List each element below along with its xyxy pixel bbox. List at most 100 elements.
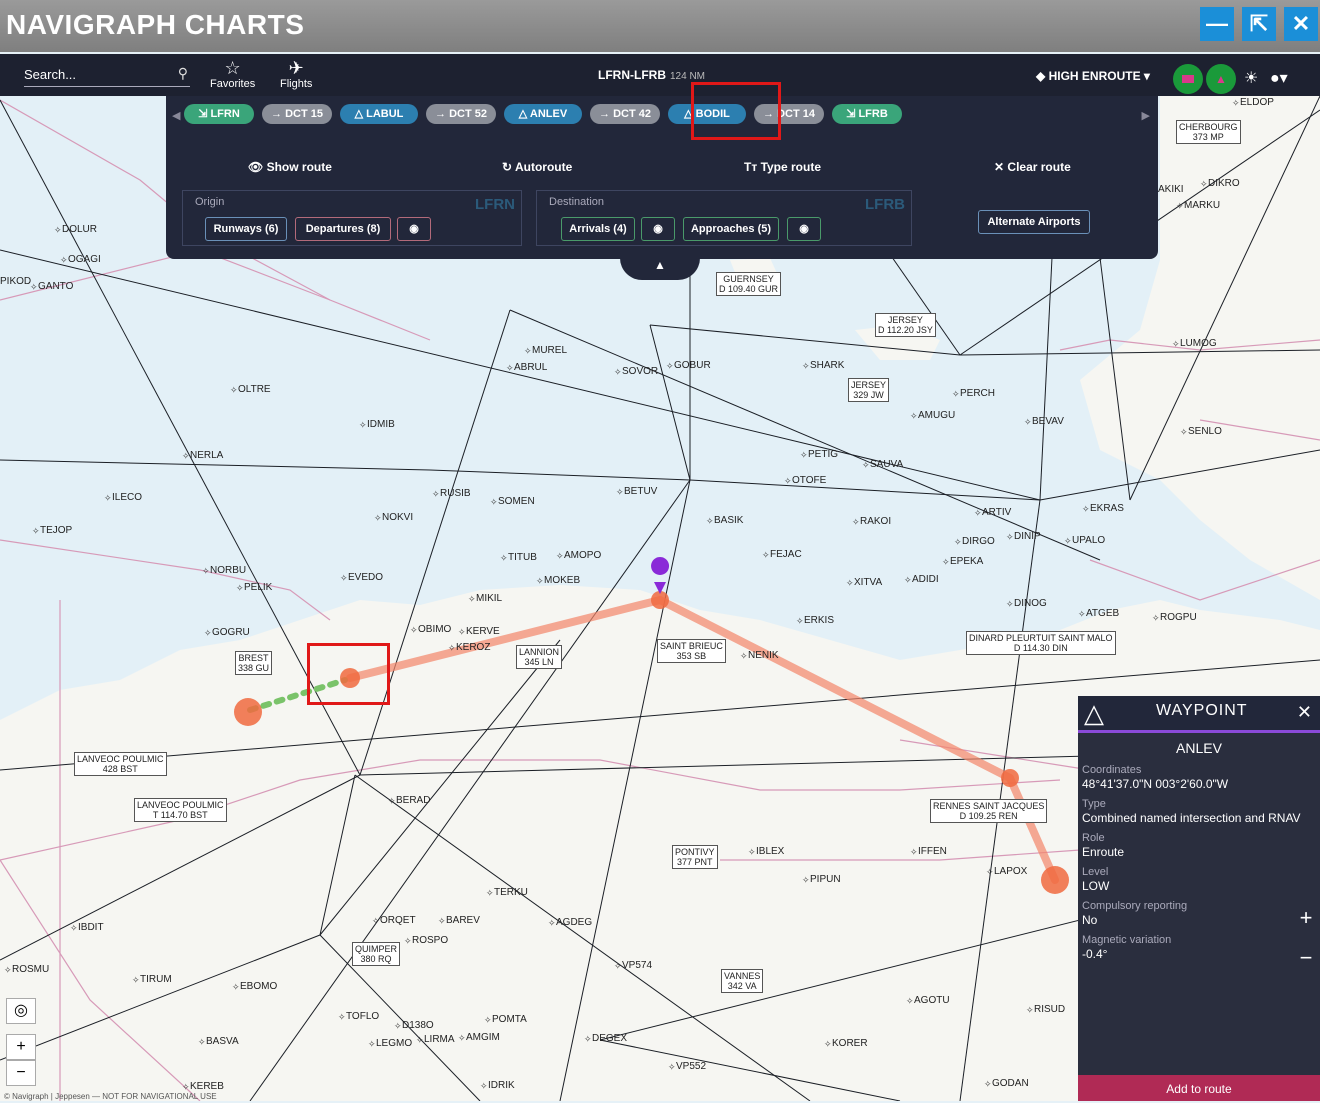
clear-route-button[interactable]: ✕ Clear route [994,160,1071,174]
waypoint-label[interactable]: NERLA [190,450,224,461]
waypoint-marker-icon[interactable]: ✧ [1082,504,1090,514]
waypoint-label[interactable]: LIRMA [424,1034,455,1045]
waypoint-marker-icon[interactable]: ✧ [359,420,367,430]
waypoint-marker-icon[interactable]: ✧ [1200,179,1208,189]
waypoint-label[interactable]: PERCH [960,388,995,399]
waypoint-marker-icon[interactable]: ✧ [986,867,994,877]
waypoint-label[interactable]: LAPOX [994,866,1028,877]
waypoint-marker-icon[interactable]: ✧ [802,361,810,371]
waypoint-label[interactable]: SOVOR [622,366,658,377]
waypoint-label[interactable]: MIKIL [476,593,503,604]
departures-button[interactable]: Departures (8) [295,217,391,241]
waypoint-marker-icon[interactable]: ✧ [906,996,914,1006]
waypoint-label[interactable]: EPEKA [950,556,984,567]
waypoint-label[interactable]: ROSPO [412,935,448,946]
map-zoom-out-button[interactable]: − [6,1060,36,1086]
waypoint-label[interactable]: TEJOP [40,525,73,536]
waypoint-label[interactable]: IDMIB [367,419,395,430]
navaid-box[interactable]: SAINT BRIEUC 353 SB [657,639,726,663]
waypoint-marker-icon[interactable]: ✧ [846,578,854,588]
minimize-button[interactable]: — [1200,7,1234,41]
waypoint-label[interactable]: ROGPU [1160,612,1197,623]
popout-button[interactable]: ⇱ [1242,7,1276,41]
waypoint-label[interactable]: RAKOI [860,516,891,527]
waypoint-label[interactable]: KEREB [190,1081,224,1092]
user-icon[interactable]: ●▾ [1270,68,1288,88]
waypoint-label[interactable]: ELDOP [1240,97,1274,108]
waypoint-marker-icon[interactable]: ✧ [204,628,212,638]
arrivals-eye-button[interactable]: ◉ [641,217,675,241]
waypoint-label[interactable]: SOMEN [498,496,535,507]
waypoint-label[interactable]: AMGIM [466,1032,500,1043]
waypoint-label[interactable]: PIPUN [810,874,841,885]
navaid-box[interactable]: DINARD PLEURTUIT SAINT MALO D 114.30 DIN [966,631,1116,655]
waypoint-marker-icon[interactable]: ✧ [4,965,12,975]
waypoint-marker-icon[interactable]: ✧ [458,627,466,637]
waypoint-label[interactable]: BAREV [446,915,480,926]
chips-left-arrow[interactable]: ◀ [172,109,180,122]
runways-button[interactable]: Runways (6) [205,217,287,241]
show-route-button[interactable]: 👁 Show route [248,160,332,174]
waypoint-label[interactable]: GODAN [992,1078,1029,1089]
approaches-eye-button[interactable]: ◉ [787,217,821,241]
waypoint-label[interactable]: GOGRU [212,627,250,638]
waypoint-marker-icon[interactable]: ✧ [198,1037,206,1047]
waypoint-label[interactable]: VP552 [676,1061,706,1072]
traffic-toggle[interactable]: ▲ [1206,64,1236,94]
waypoint-label[interactable]: DOLUR [62,224,97,235]
waypoint-marker-icon[interactable]: ✧ [614,961,622,971]
route-chip-lfrb[interactable]: ⇲ LFRB [832,104,902,124]
waypoint-marker-icon[interactable]: ✧ [230,385,238,395]
waypoint-label[interactable]: EBOMO [240,981,277,992]
alternate-airports-button[interactable]: Alternate Airports [978,210,1090,234]
waypoint-label[interactable]: IFFEN [918,846,947,857]
waypoint-marker-icon[interactable]: ✧ [1026,1005,1034,1015]
navaid-box[interactable]: LANNION 345 LN [516,645,563,669]
navaid-box[interactable]: PONTIVY 377 PNT [672,845,718,869]
waypoint-marker-icon[interactable]: ✧ [904,575,912,585]
waypoint-marker-icon[interactable]: ✧ [584,1034,592,1044]
waypoint-label[interactable]: OBIMO [418,624,452,635]
waypoint-label[interactable]: PETIG [808,449,838,460]
zoom-in-button[interactable]: + [1292,902,1320,934]
waypoint-label[interactable]: EVEDO [348,572,383,583]
waypoint-label[interactable]: RUSIB [440,488,471,499]
waypoint-label[interactable]: VP574 [622,960,652,971]
weather-toggle[interactable] [1173,64,1203,94]
route-chip-dct[interactable]: → DCT 15 [262,104,332,124]
waypoint-marker-icon[interactable]: ✧ [1064,536,1072,546]
search-input[interactable]: Search... ⚲ [24,65,190,87]
type-route-button[interactable]: Tт Type route [744,160,821,174]
route-chip-labul[interactable]: △ LABUL [340,104,418,124]
waypoint-label[interactable]: FEJAC [770,549,802,560]
waypoint-marker-icon[interactable]: ✧ [368,1039,376,1049]
waypoint-label[interactable]: ORQET [380,915,416,926]
approaches-button[interactable]: Approaches (5) [683,217,779,241]
waypoint-label[interactable]: AGDEG [556,917,592,928]
waypoint-marker-icon[interactable]: ✧ [388,796,396,806]
waypoint-marker-icon[interactable]: ✧ [748,847,756,857]
waypoint-label[interactable]: BASIK [714,515,744,526]
waypoint-label[interactable]: NOKVI [382,512,413,523]
waypoint-label[interactable]: GANTO [38,281,74,292]
waypoint-marker-icon[interactable]: ✧ [952,389,960,399]
favorites-button[interactable]: ☆ Favorites [210,58,255,90]
waypoint-marker-icon[interactable]: ✧ [416,1035,424,1045]
waypoint-label[interactable]: ROSMU [12,964,49,975]
waypoint-label[interactable]: LEGMO [376,1038,412,1049]
waypoint-label[interactable]: MARKU [1184,200,1220,211]
waypoint-marker-icon[interactable]: ✧ [524,346,532,356]
waypoint-label[interactable]: ABRUL [514,362,548,373]
waypoint-marker-icon[interactable]: ✧ [824,1039,832,1049]
waypoint-label[interactable]: XITVA [854,577,882,588]
waypoint-label[interactable]: NORBU [210,565,246,576]
waypoint-marker-icon[interactable]: ✧ [500,553,508,563]
navaid-box[interactable]: CHERBOURG 373 MP [1176,120,1241,144]
waypoint-marker-icon[interactable]: ✧ [506,363,514,373]
navaid-box[interactable]: RENNES SAINT JACQUES D 109.25 REN [930,799,1048,823]
locate-icon[interactable]: ◎ [6,998,36,1024]
waypoint-label[interactable]: OGAGI [68,254,101,265]
waypoint-marker-icon[interactable]: ✧ [374,513,382,523]
waypoint-marker-icon[interactable]: ✧ [60,255,68,265]
waypoint-marker-icon[interactable]: ✧ [1172,339,1180,349]
